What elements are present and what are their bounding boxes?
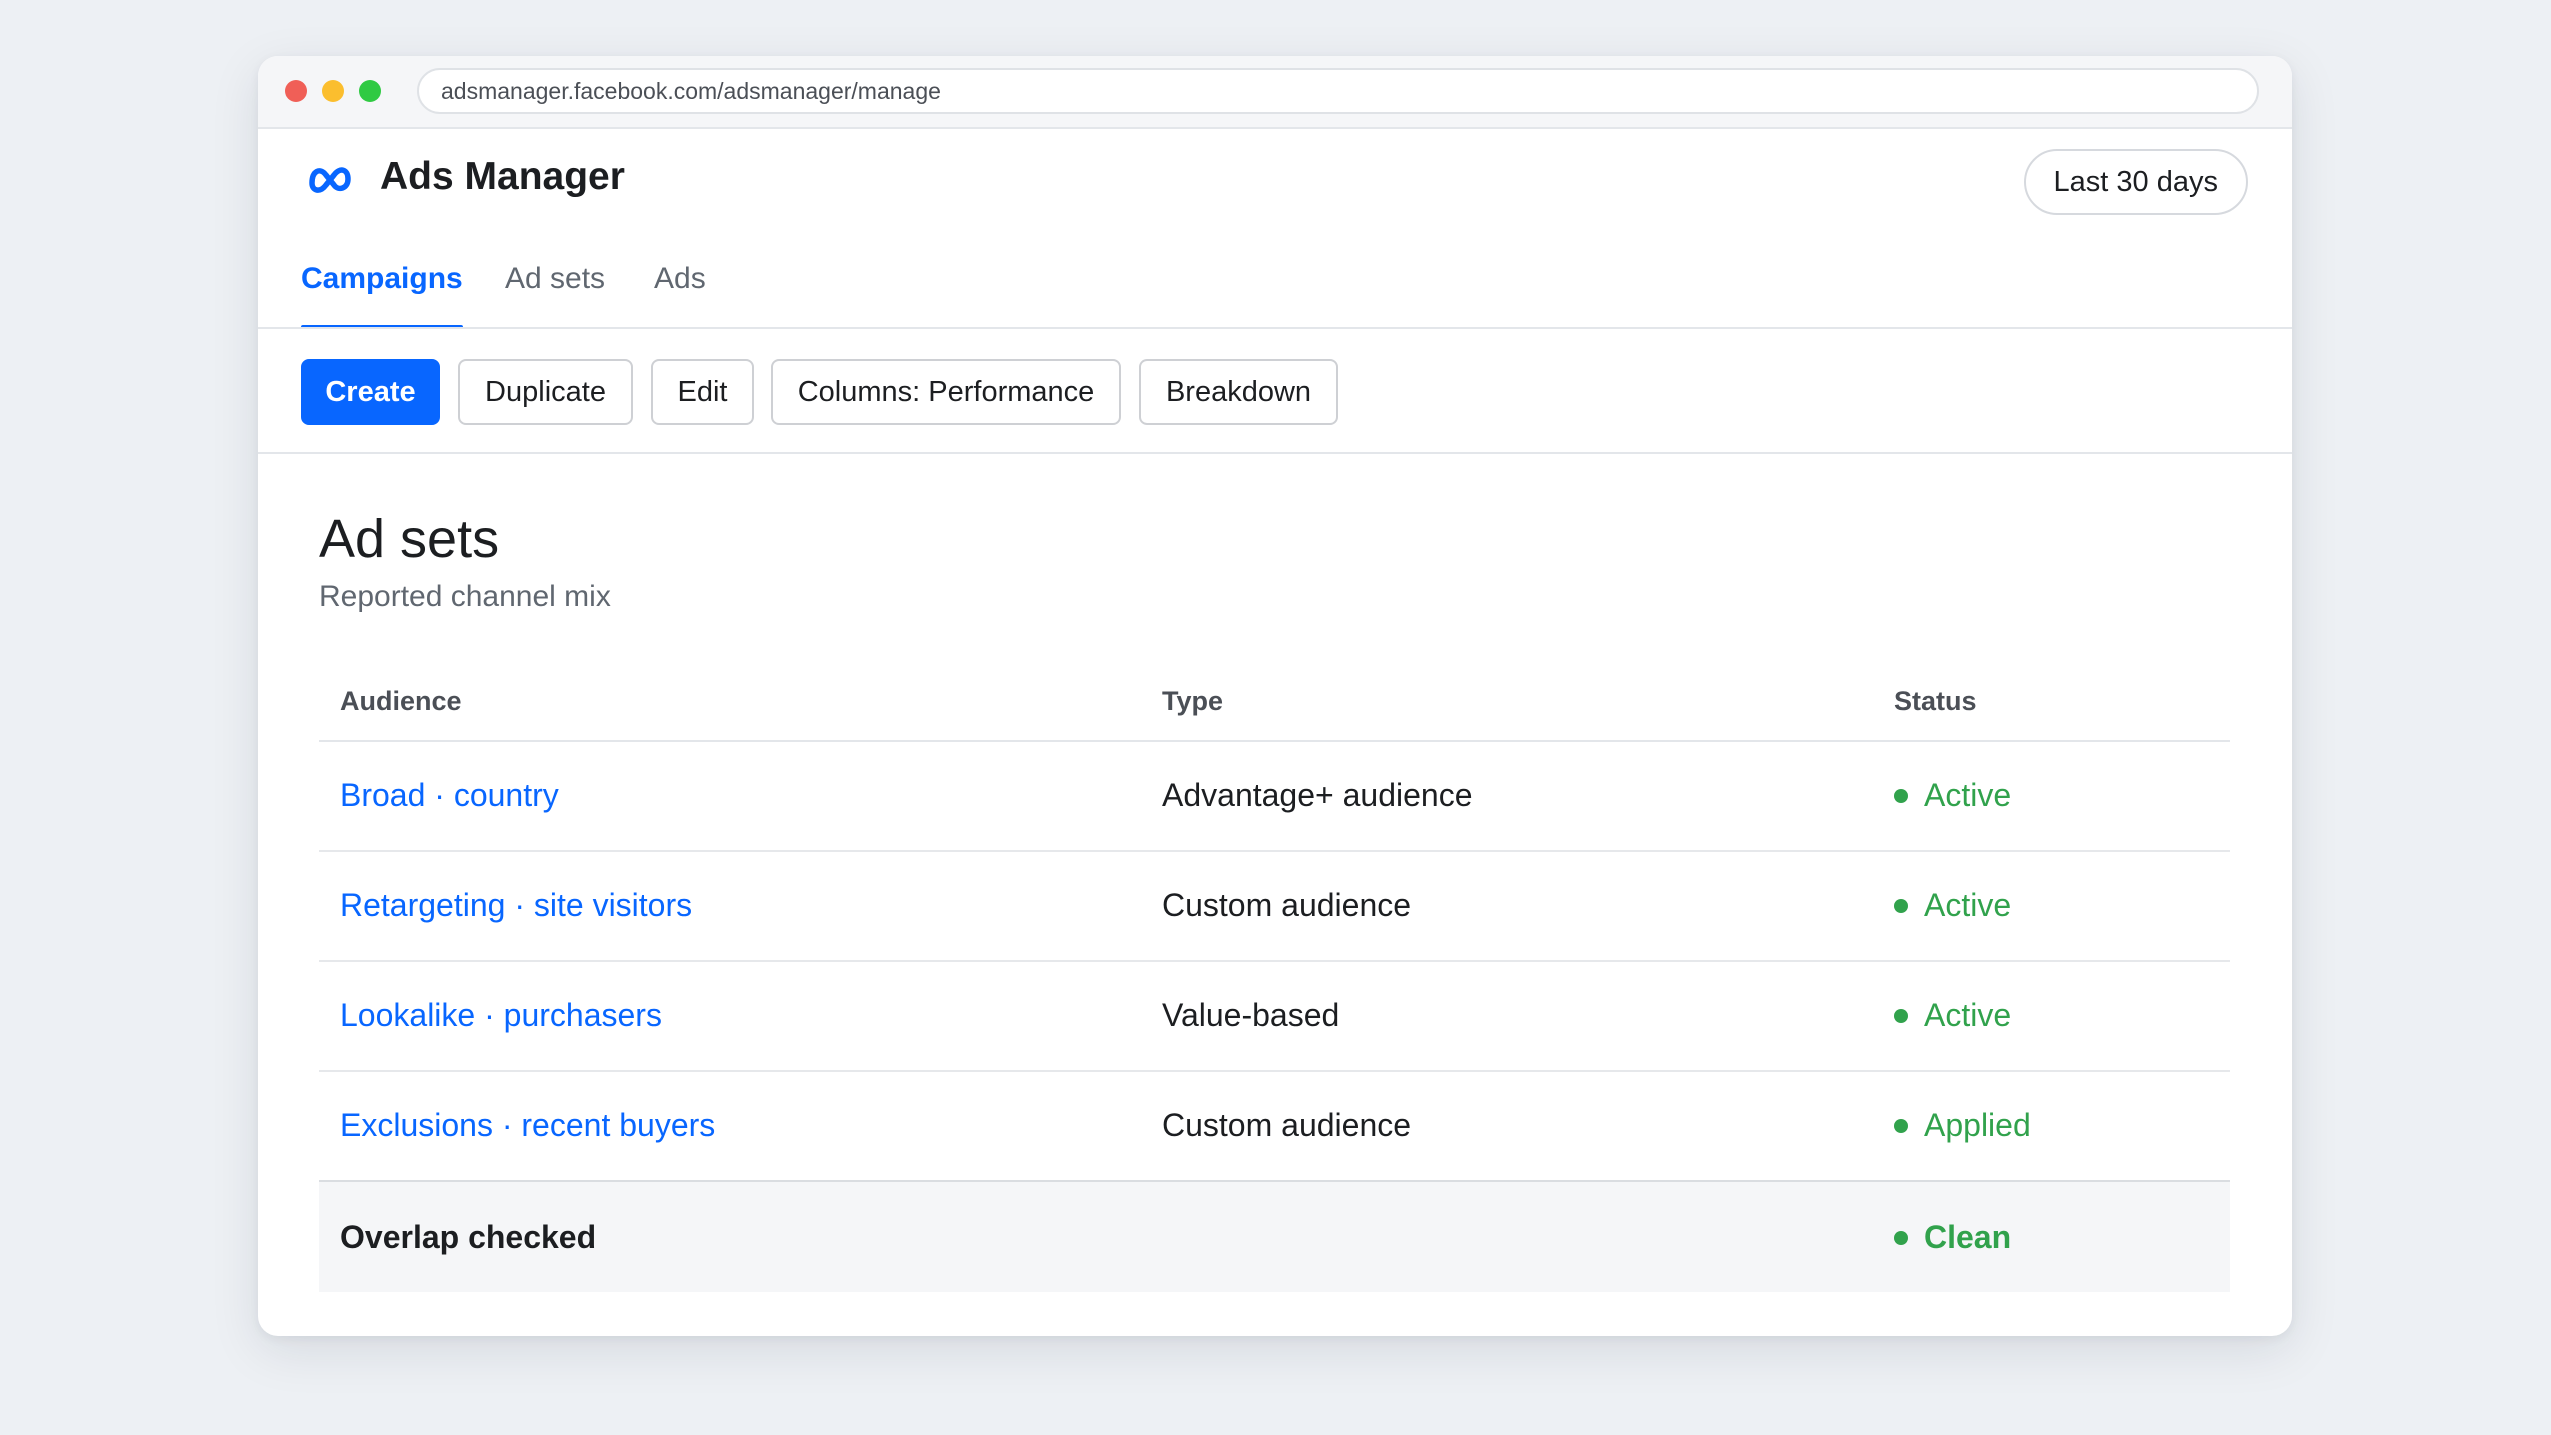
summary-row: Overlap checked Clean: [319, 1180, 2230, 1292]
status-label: Active: [1924, 887, 2012, 923]
minimize-window-button[interactable]: [322, 80, 344, 102]
column-header-status[interactable]: Status: [1894, 662, 1977, 740]
breakdown-dropdown[interactable]: Breakdown: [1139, 359, 1338, 425]
table-row: Broad · country Advantage+ audience Acti…: [319, 742, 2230, 852]
status-label: Applied: [1924, 1107, 2031, 1143]
summary-status: Clean: [1894, 1182, 2011, 1292]
table-row: Exclusions · recent buyers Custom audien…: [319, 1072, 2230, 1182]
status-dot-icon: [1894, 1118, 1908, 1133]
meta-logo-icon: [309, 167, 351, 193]
section-subtitle: Reported channel mix: [319, 580, 611, 613]
tab-ad-sets[interactable]: Ad sets: [505, 249, 605, 329]
maximize-window-button[interactable]: [359, 80, 381, 102]
tab-ads[interactable]: Ads: [654, 249, 706, 329]
summary-label: Overlap checked: [340, 1219, 597, 1255]
audience-link[interactable]: Broad · country: [340, 742, 559, 848]
type-cell: Custom audience: [1162, 887, 1412, 923]
status-dot-icon: [1894, 1230, 1908, 1245]
toolbar: Create Duplicate Edit Columns: Performan…: [258, 329, 2292, 453]
type-cell: Value-based: [1162, 997, 1340, 1033]
browser-chrome: adsmanager.facebook.com/adsmanager/manag…: [258, 56, 2292, 129]
close-window-button[interactable]: [285, 80, 307, 102]
address-bar[interactable]: adsmanager.facebook.com/adsmanager/manag…: [417, 68, 2259, 114]
column-header-type[interactable]: Type: [1162, 662, 1223, 740]
table-row: Retargeting · site visitors Custom audie…: [319, 852, 2230, 962]
app-title: Ads Manager: [380, 155, 625, 198]
status-label: Active: [1924, 777, 2012, 813]
section-title: Ad sets: [319, 509, 500, 569]
column-header-audience[interactable]: Audience: [340, 662, 462, 740]
status-dot-icon: [1894, 898, 1908, 913]
type-cell: Custom audience: [1162, 1107, 1412, 1143]
tab-campaigns[interactable]: Campaigns: [301, 249, 463, 329]
browser-window: adsmanager.facebook.com/adsmanager/manag…: [258, 56, 2292, 1336]
status-cell: Active: [1894, 962, 2011, 1068]
audience-link[interactable]: Lookalike · purchasers: [340, 962, 662, 1068]
status-cell: Active: [1894, 852, 2011, 958]
date-range-picker[interactable]: Last 30 days: [2023, 149, 2248, 215]
status-dot-icon: [1894, 788, 1908, 803]
columns-dropdown[interactable]: Columns: Performance: [771, 359, 1121, 425]
table-row: Lookalike · purchasers Value-based Activ…: [319, 962, 2230, 1072]
edit-button[interactable]: Edit: [651, 359, 754, 425]
status-dot-icon: [1894, 1008, 1908, 1023]
toolbar-divider: [258, 452, 2292, 454]
status-cell: Applied: [1894, 1072, 2031, 1178]
type-cell: Advantage+ audience: [1162, 777, 1473, 813]
status-cell: Active: [1894, 742, 2011, 848]
summary-status-label: Clean: [1924, 1219, 2012, 1255]
ad-sets-table: Audience Type Status Broad · country Adv…: [319, 662, 2230, 1292]
status-label: Active: [1924, 997, 2012, 1033]
audience-link[interactable]: Exclusions · recent buyers: [340, 1072, 715, 1178]
duplicate-button[interactable]: Duplicate: [458, 359, 633, 425]
audience-link[interactable]: Retargeting · site visitors: [340, 852, 692, 958]
create-button[interactable]: Create: [301, 359, 440, 425]
table-header: Audience Type Status: [319, 662, 2230, 742]
